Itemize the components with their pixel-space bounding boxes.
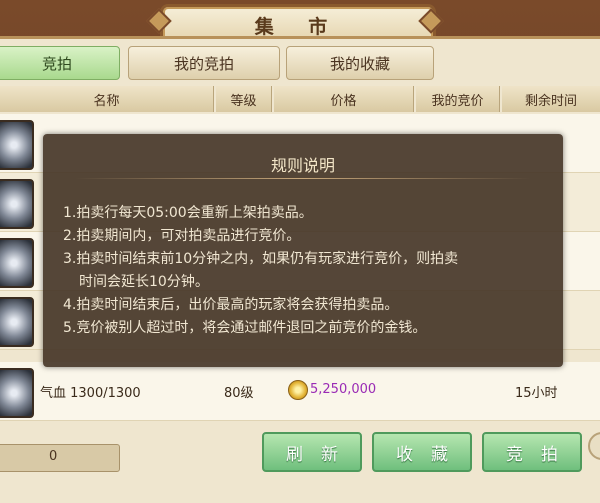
tab-my-bids-label: 我的竞拍 <box>173 54 234 73</box>
bid-button[interactable]: 竞拍 <box>482 432 582 472</box>
column-header-my-bid: 我的竞价 <box>416 86 500 112</box>
column-header-time-left: 剩余时间 <box>502 86 600 112</box>
money-display: 0 <box>0 444 120 472</box>
rules-divider <box>75 178 531 179</box>
item-icon <box>0 120 34 170</box>
rules-dialog-title: 规则说明 <box>270 156 335 175</box>
rules-text: 1.拍卖行每天05:00会重新上架拍卖品。 2.拍卖期间内，可对拍卖品进行竞价。… <box>63 202 543 340</box>
item-level: 80级 <box>224 386 254 401</box>
item-price: 5,250,000 <box>310 382 377 397</box>
rule-line: 1.拍卖行每天05:00会重新上架拍卖品。 <box>63 205 313 221</box>
item-time-left: 15小时 <box>515 386 558 401</box>
column-header-name: 名称 <box>0 86 214 112</box>
tab-auction[interactable]: 竞拍 <box>0 46 120 80</box>
money-value: 0 <box>49 449 58 464</box>
item-icon <box>0 238 34 288</box>
bottom-bar: 0 刷新 收藏 竞拍 <box>0 430 600 500</box>
rule-line: 5.竞价被别人超过时，将会通过邮件退回之前竞价的金钱。 <box>63 320 427 336</box>
rule-line: 时间会延长10分钟。 <box>79 274 209 290</box>
item-icon <box>0 368 34 418</box>
gold-coin-icon <box>288 380 308 400</box>
item-icon <box>0 297 34 347</box>
tab-my-favorites-label: 我的收藏 <box>329 54 390 73</box>
rule-line: 3.拍卖时间结束前10分钟之内，如果仍有玩家进行竞价，则拍卖 <box>63 251 459 267</box>
tab-auction-label: 竞拍 <box>41 54 72 73</box>
column-header-level: 等级 <box>216 86 272 112</box>
column-header-price: 价格 <box>274 86 414 112</box>
item-name: 气血 1300/1300 <box>40 386 141 401</box>
favorite-button-label: 收藏 <box>396 444 466 465</box>
tab-my-favorites[interactable]: 我的收藏 <box>286 46 434 80</box>
rules-dialog[interactable]: 规则说明 1.拍卖行每天05:00会重新上架拍卖品。 2.拍卖期间内，可对拍卖品… <box>43 134 563 367</box>
tab-my-bids[interactable]: 我的竞拍 <box>128 46 280 80</box>
table-row[interactable]: 气血 1300/1300 80级 5,250,000 15小时 <box>0 362 600 421</box>
rule-line: 4.拍卖时间结束后，出价最高的玩家将会获得拍卖品。 <box>63 297 399 313</box>
refresh-button-label: 刷新 <box>286 444 356 465</box>
title-text: 集 市 <box>254 15 342 38</box>
table-header: 名称 等级 价格 我的竞价 剩余时间 <box>0 86 600 112</box>
item-icon <box>0 179 34 229</box>
favorite-button[interactable]: 收藏 <box>372 432 472 472</box>
rule-line: 2.拍卖期间内，可对拍卖品进行竞价。 <box>63 228 301 244</box>
bid-button-label: 竞拍 <box>506 444 576 465</box>
refresh-button[interactable]: 刷新 <box>262 432 362 472</box>
